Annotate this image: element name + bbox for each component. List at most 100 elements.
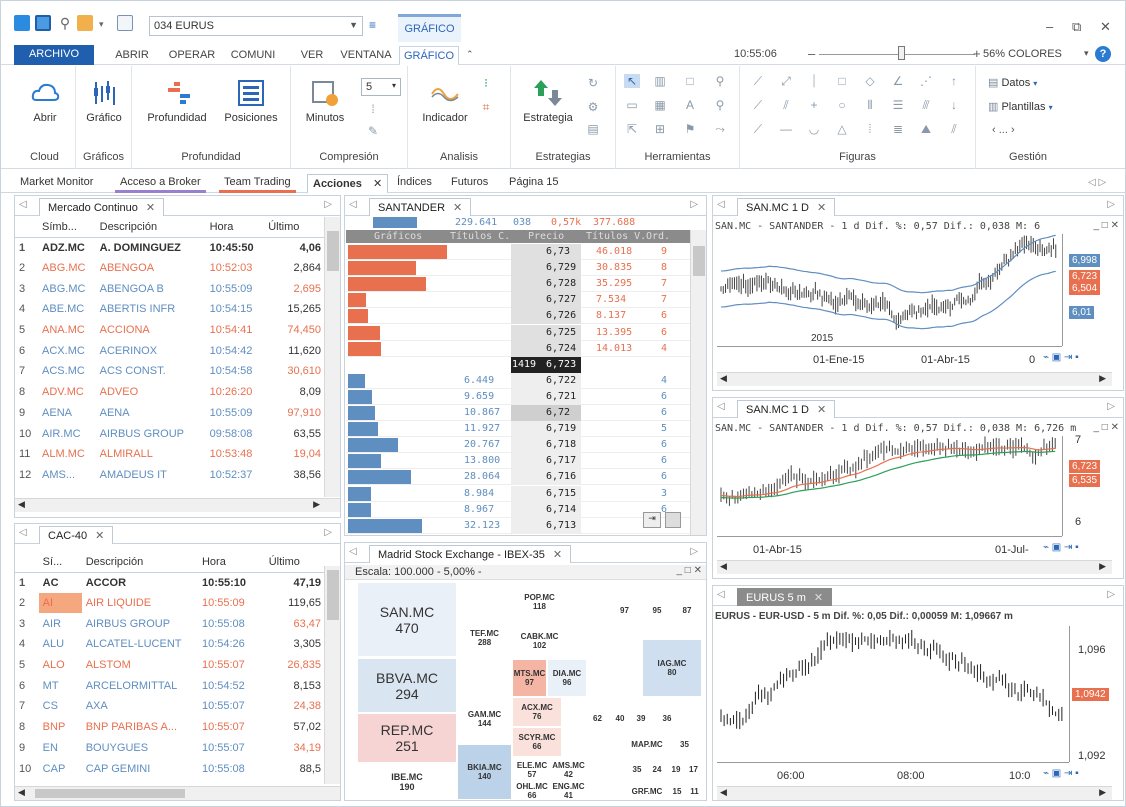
context-tab[interactable]: GRÁFICO — [398, 14, 461, 42]
zoom-in-icon[interactable]: + — [973, 46, 981, 61]
vertical-scrollbar[interactable] — [690, 230, 706, 535]
posiciones-button[interactable]: Posiciones — [214, 78, 288, 124]
depth-ask-row[interactable]: 6,725 13.395 6 — [346, 324, 691, 341]
table-row[interactable]: 3 ABG.MC ABENGOA B 10:55:09 2,695 — [15, 278, 325, 299]
depth-bid-row[interactable]: 11.927 6,719 5 — [346, 421, 691, 438]
horizontal-scrollbar[interactable]: ◀ ▶ — [717, 786, 1112, 800]
gestion-nav[interactable]: ‹ ... › — [992, 124, 1015, 136]
cursor-icon[interactable]: ↖ — [624, 74, 640, 88]
datos-button[interactable]: ▤ Datos ▾ — [988, 76, 1037, 89]
horizontal-scrollbar[interactable]: ◀ ▶ — [717, 372, 1112, 386]
close-icon[interactable]: ✕ — [814, 592, 823, 604]
close-icon[interactable]: ✕ — [553, 549, 562, 561]
angle-icon[interactable]: ∠ — [890, 74, 906, 88]
depth-tool-icon[interactable]: ⇥ — [643, 512, 661, 528]
tab-archivo[interactable]: ARCHIVO — [14, 45, 94, 65]
col-hora[interactable]: Hora — [197, 552, 265, 573]
depth-layout-icon[interactable] — [665, 512, 681, 528]
folder-icon[interactable] — [77, 15, 93, 31]
tab-cac-40[interactable]: CAC-40 ✕ — [39, 526, 114, 544]
depth-ask-row[interactable]: 6,729 30.835 8 — [346, 260, 691, 277]
chevron-down-icon[interactable]: ▼ — [349, 20, 358, 30]
colors-dropdown-icon[interactable]: ▾ — [1084, 48, 1089, 59]
treemap-cell[interactable]: CABK.MC 102 — [512, 622, 567, 659]
col-descripcion[interactable]: Descripción — [81, 552, 198, 573]
profundidad-button[interactable]: Profundidad — [140, 78, 214, 124]
tab-abrir[interactable]: ABRIR — [105, 46, 159, 65]
tab-grafico[interactable]: GRÁFICO — [399, 46, 459, 65]
grafico-button[interactable]: Gráfico — [79, 78, 129, 124]
quick-access-menu-icon[interactable]: ≡ — [369, 18, 376, 32]
treemap-cell[interactable]: BKIA.MC 140 — [457, 744, 512, 800]
mountain-icon[interactable]: ⛰ — [918, 122, 934, 136]
depth-bid-row[interactable]: 8.984 6,715 3 — [346, 485, 691, 502]
depth-ask-row[interactable]: 6,726 8.137 6 — [346, 308, 691, 325]
indicador-button[interactable]: Indicador — [414, 78, 476, 124]
rect-select-icon[interactable]: □ — [682, 74, 698, 88]
pin-icon[interactable]: ⚲ — [57, 15, 73, 31]
channel-icon[interactable]: ⫻ — [918, 98, 934, 112]
strategy-menu-icon[interactable]: ▤ — [585, 122, 601, 136]
abrir-button[interactable]: Abrir — [20, 78, 70, 124]
table-row[interactable]: 1 AC ACCOR 10:55:10 47,19 — [15, 572, 325, 593]
collapse-ribbon-icon[interactable]: ⌃ — [466, 49, 474, 60]
tab-ventana[interactable]: VENTANA — [337, 46, 395, 65]
treemap-cell[interactable]: DIA.MC 96 — [547, 659, 587, 697]
table-row[interactable]: 4 ABE.MC ABERTIS INFR 10:54:15 15,265 — [15, 299, 325, 320]
depth-bid-row[interactable]: 32.123 6,713 — [346, 517, 691, 534]
estrategia-button[interactable]: Estrategia — [515, 78, 581, 124]
tabs-scroll-icon[interactable]: ◁ ▷ — [1088, 177, 1106, 188]
tab-pagina-15[interactable]: Página 15 — [504, 174, 564, 190]
trend-line-icon[interactable]: ⟋ — [750, 98, 766, 112]
panel-left-icon[interactable]: ◁ — [349, 199, 357, 210]
strategy-settings-icon[interactable]: ⚙ — [585, 100, 601, 114]
table-row[interactable]: 7 CS AXA 10:55:07 24,38 — [15, 696, 325, 717]
panel-left-icon[interactable]: ◁ — [349, 546, 357, 557]
indicator-list-icon[interactable]: ⁝ — [478, 76, 494, 90]
col-hora[interactable]: Hora — [205, 217, 265, 238]
treemap-cell[interactable]: AMS.MC 42 — [552, 757, 585, 782]
close-icon[interactable]: ✕ — [1100, 19, 1111, 35]
price-chart[interactable] — [717, 436, 1062, 536]
depth-ask-row[interactable]: 6,724 14.013 4 — [346, 340, 691, 357]
tab-market-monitor[interactable]: Market Monitor — [15, 174, 98, 190]
treemap-cell[interactable]: GAM.MC 144 — [457, 694, 512, 744]
treemap-cell[interactable]: BBVA.MC 294 — [357, 658, 457, 713]
zoom-slider-thumb[interactable] — [898, 46, 905, 60]
treemap-cell[interactable]: 35 — [667, 732, 702, 757]
horizontal-scrollbar[interactable]: ◀ ▶ — [717, 560, 1112, 574]
arrow-down-icon[interactable]: ↓ — [946, 98, 962, 112]
symbol-combo[interactable]: 034 EURUS ▼ — [149, 16, 363, 36]
grid-icon[interactable]: ▦ — [652, 98, 668, 112]
parallel-icon[interactable]: ⫽ — [778, 98, 794, 112]
vertical-line-icon[interactable]: ⏐ — [806, 74, 822, 88]
diamond-icon[interactable]: ◇ — [862, 74, 878, 88]
treemap-cell[interactable]: TEF.MC 288 — [457, 582, 512, 694]
tab-operar[interactable]: OPERAR — [163, 46, 221, 65]
depth-ask-row[interactable]: 6,73 46.018 9 — [346, 244, 691, 261]
close-icon[interactable]: ✕ — [817, 404, 826, 416]
depth-bid-row[interactable]: 8.967 6,714 6 — [346, 501, 691, 518]
table-row[interactable]: 11 ALM.MC ALMIRALL 10:53:48 19,04 — [15, 444, 325, 465]
segment-icon[interactable]: ⟋ — [750, 122, 766, 136]
treemap-cell[interactable]: OHL.MC 66 — [512, 782, 552, 800]
table-row[interactable]: 8 ADV.MC ADVEO 10:26:20 8,09 — [15, 382, 325, 403]
ray-icon[interactable]: ⤢ — [778, 74, 794, 88]
depth-bid-row[interactable]: 9.659 6,721 6 — [346, 388, 691, 405]
treemap-cell[interactable]: 35 — [627, 757, 647, 782]
table-row[interactable]: 6 MT ARCELORMITTAL 10:54:52 8,153 — [15, 675, 325, 696]
col-simbolo[interactable]: Símb... — [38, 217, 96, 238]
text-icon[interactable]: A — [682, 98, 698, 112]
panel-right-icon[interactable]: ▷ — [1107, 401, 1115, 412]
treemap-cell[interactable]: 19 — [667, 757, 685, 782]
table-row[interactable]: 9 EN BOUYGUES 10:55:07 34,19 — [15, 738, 325, 759]
horizontal-scrollbar[interactable]: ◀ ▶ — [15, 498, 340, 512]
pen-icon[interactable]: ✎ — [365, 124, 381, 138]
panel-left-icon[interactable]: ◁ — [19, 527, 27, 538]
panel-left-icon[interactable]: ◁ — [717, 401, 725, 412]
close-icon[interactable]: ✕ — [453, 202, 462, 214]
close-icon[interactable]: ✕ — [817, 202, 826, 214]
restore-icon[interactable]: ⧉ — [1072, 19, 1081, 35]
vertical-scrollbar[interactable] — [324, 217, 340, 497]
close-icon[interactable]: ✕ — [373, 178, 382, 190]
